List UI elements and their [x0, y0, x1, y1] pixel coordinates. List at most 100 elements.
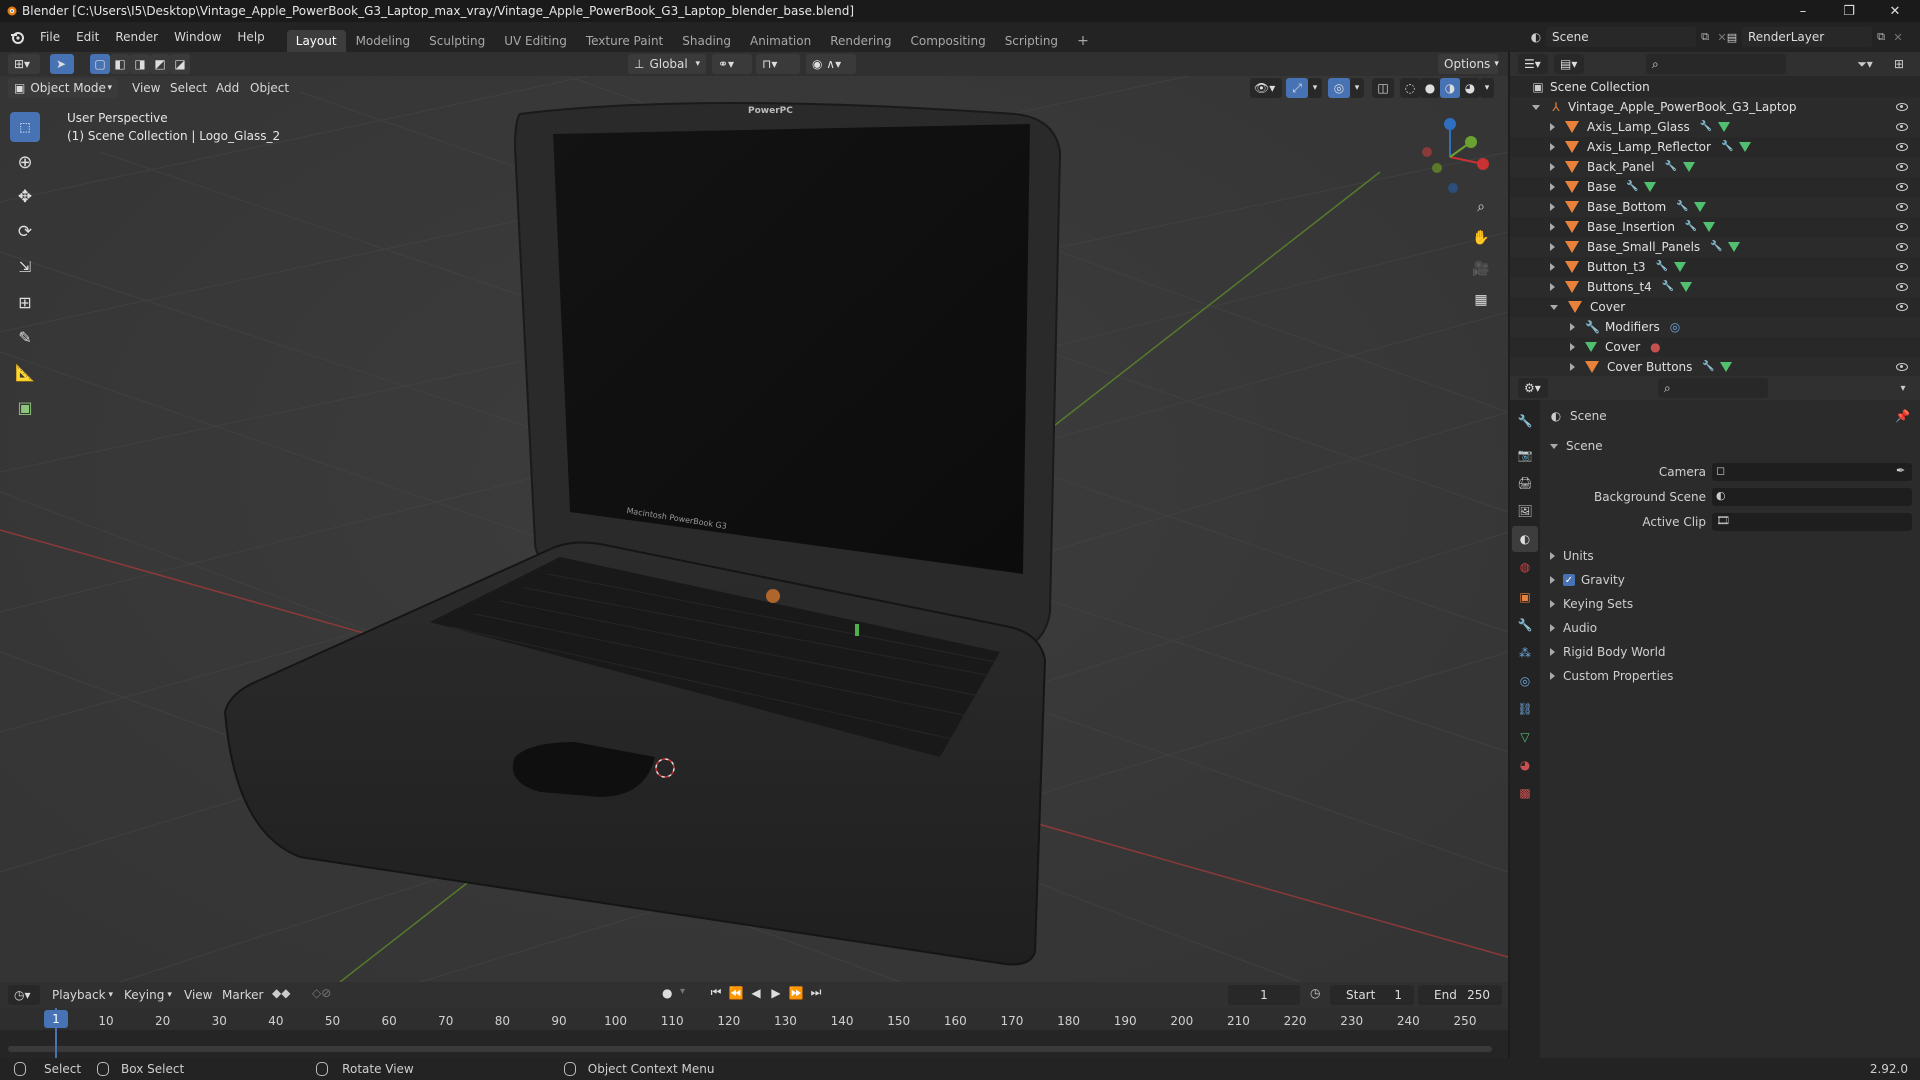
- rendered-shading-button[interactable]: ◕: [1460, 78, 1480, 98]
- new-render-layer-icon[interactable]: ⧉: [1872, 28, 1890, 46]
- jump-keyframe-back-icon[interactable]: ⏪: [726, 986, 746, 1000]
- eye-icon[interactable]: [1896, 363, 1908, 371]
- current-frame-field[interactable]: 1: [1228, 985, 1300, 1005]
- outliner-row[interactable]: Base_Small_Panels 🔧: [1510, 237, 1920, 257]
- tab-uv-editing[interactable]: UV Editing: [495, 30, 576, 52]
- render-layer-field[interactable]: RenderLayer: [1742, 27, 1872, 47]
- jump-end-icon[interactable]: ⏭: [806, 985, 826, 1000]
- outliner-row[interactable]: Button_t3 🔧: [1510, 257, 1920, 277]
- jump-start-icon[interactable]: ⏮: [706, 985, 726, 1000]
- tab-rendering[interactable]: Rendering: [821, 30, 900, 52]
- modifier-wrench-icon[interactable]: 🔧: [1512, 612, 1538, 638]
- tab-texture-paint[interactable]: Texture Paint: [577, 30, 672, 52]
- outliner-row[interactable]: Back_Panel 🔧: [1510, 157, 1920, 177]
- options-dropdown[interactable]: Options ▾: [1438, 54, 1499, 74]
- outliner-row[interactable]: Base_Insertion 🔧: [1510, 217, 1920, 237]
- eye-icon[interactable]: [1896, 303, 1908, 311]
- new-collection-icon[interactable]: ⊞: [1888, 54, 1910, 74]
- view-layer-tab-icon[interactable]: 🖼: [1512, 498, 1538, 524]
- menu-file[interactable]: File: [32, 22, 68, 52]
- render-layer-icon[interactable]: ▤: [1722, 27, 1742, 47]
- annotate-tool[interactable]: ✎: [10, 322, 40, 352]
- measure-tool[interactable]: 📐: [10, 357, 40, 387]
- modifier-wrench-icon[interactable]: 🔧: [1665, 161, 1677, 173]
- object-mode-dropdown[interactable]: ▣ Object Mode ▾: [8, 78, 118, 98]
- physics-tab-icon[interactable]: ◎: [1512, 668, 1538, 694]
- proportional-edit-dropdown[interactable]: ◉ ∧▾: [806, 54, 856, 74]
- eyedropper-icon[interactable]: ✒: [1896, 464, 1905, 477]
- mesh-data-icon[interactable]: [1720, 362, 1733, 372]
- particles-tab-icon[interactable]: ⁂: [1512, 640, 1538, 666]
- world-tab-icon[interactable]: ◍: [1512, 554, 1538, 580]
- expand-arrow-icon[interactable]: [1550, 123, 1555, 131]
- outliner-row[interactable]: Buttons_t4 🔧: [1510, 277, 1920, 297]
- scale-tool[interactable]: ⇲: [10, 252, 40, 282]
- outliner-row-scene-collection[interactable]: ▣ Scene Collection: [1510, 77, 1920, 97]
- chevron-down-icon[interactable]: ▾: [1894, 378, 1912, 398]
- viewport-menu-object[interactable]: Object: [242, 73, 297, 103]
- jump-keyframe-forward-icon[interactable]: ⏩: [786, 986, 806, 1000]
- subpanel-header[interactable]: ✓ Gravity: [1540, 570, 1920, 590]
- expand-arrow-icon[interactable]: [1532, 104, 1540, 110]
- zoom-icon[interactable]: ⌕: [1468, 194, 1494, 220]
- solid-shading-button[interactable]: ●: [1420, 78, 1440, 98]
- subpanel-header[interactable]: Units: [1540, 546, 1920, 566]
- select-new-icon[interactable]: ▢: [90, 54, 110, 74]
- timeline-keying-menu[interactable]: Keying ▾: [116, 980, 180, 1010]
- constraints-tab-icon[interactable]: ⛓: [1512, 696, 1538, 722]
- record-icon[interactable]: ●: [662, 986, 672, 1000]
- tab-animation[interactable]: Animation: [741, 30, 820, 52]
- rotate-tool[interactable]: ⟳: [10, 217, 40, 247]
- expand-arrow-icon[interactable]: [1570, 363, 1575, 371]
- eye-icon[interactable]: [1896, 163, 1908, 171]
- active-clip-field[interactable]: [1712, 513, 1912, 531]
- mesh-data-icon[interactable]: [1728, 242, 1741, 252]
- expand-arrow-icon[interactable]: [1570, 343, 1575, 351]
- outliner-search-input[interactable]: ⌕: [1646, 54, 1786, 74]
- blender-menu-icon[interactable]: [2, 22, 32, 52]
- properties-editor-type[interactable]: ⚙▾: [1518, 378, 1548, 398]
- mesh-data-icon[interactable]: [1738, 142, 1751, 152]
- subpanel-header[interactable]: Rigid Body World: [1540, 642, 1920, 662]
- mesh-data-icon[interactable]: [1644, 182, 1657, 192]
- close-button[interactable]: ✕: [1872, 0, 1918, 22]
- expand-arrow-icon[interactable]: [1550, 223, 1555, 231]
- display-mode-dropdown[interactable]: ▤▾: [1554, 54, 1584, 74]
- pin-icon[interactable]: 📌: [1895, 409, 1910, 423]
- pan-hand-icon[interactable]: ✋: [1468, 225, 1494, 251]
- xray-toggle[interactable]: ◫: [1372, 78, 1394, 98]
- outliner-row[interactable]: Cover ●: [1510, 337, 1920, 357]
- maximize-button[interactable]: ❐: [1826, 0, 1872, 22]
- add-workspace-button[interactable]: +: [1068, 30, 1098, 52]
- tab-scripting[interactable]: Scripting: [996, 30, 1067, 52]
- mesh-data-icon[interactable]: [1682, 162, 1695, 172]
- select-extend-icon[interactable]: ◧: [110, 54, 130, 74]
- tab-shading[interactable]: Shading: [673, 30, 740, 52]
- eye-icon[interactable]: [1896, 183, 1908, 191]
- menu-window[interactable]: Window: [166, 22, 229, 52]
- orthographic-grid-icon[interactable]: ▦: [1468, 287, 1494, 313]
- visibility-dropdown[interactable]: 👁▾: [1250, 78, 1282, 98]
- modifier-wrench-icon[interactable]: 🔧: [1676, 201, 1688, 213]
- select-subtract-icon[interactable]: ◨: [130, 54, 150, 74]
- timeline-editor-type[interactable]: ◷▾: [8, 985, 40, 1005]
- material-sphere-icon[interactable]: ●: [1650, 340, 1660, 354]
- timeline-playback-menu[interactable]: Playback ▾: [44, 980, 121, 1010]
- mesh-data-icon[interactable]: [1717, 122, 1730, 132]
- modifier-wrench-icon[interactable]: 🔧: [1700, 121, 1712, 133]
- scene-icon[interactable]: ◐: [1526, 27, 1546, 47]
- delete-render-layer-icon[interactable]: ✕: [1890, 28, 1906, 46]
- select-intersect-icon[interactable]: ◪: [170, 54, 190, 74]
- eye-icon[interactable]: [1896, 143, 1908, 151]
- timeline-marker-menu[interactable]: Marker: [214, 980, 271, 1010]
- move-tool[interactable]: ✥: [10, 182, 40, 212]
- outliner-row[interactable]: Base_Bottom 🔧: [1510, 197, 1920, 217]
- outliner-editor-type[interactable]: ☰▾: [1518, 54, 1548, 74]
- tab-sculpting[interactable]: Sculpting: [420, 30, 494, 52]
- outliner-row[interactable]: 🔧 Modifiers ◎: [1510, 317, 1920, 337]
- mesh-data-tab-icon[interactable]: ▽: [1512, 724, 1538, 750]
- modifier-wrench-icon[interactable]: 🔧: [1662, 281, 1674, 293]
- start-frame-field[interactable]: Start 1: [1330, 985, 1414, 1005]
- scene-tab-icon[interactable]: ◐: [1512, 526, 1538, 552]
- transform-orientation-dropdown[interactable]: ⊥ Global ▾: [628, 54, 706, 74]
